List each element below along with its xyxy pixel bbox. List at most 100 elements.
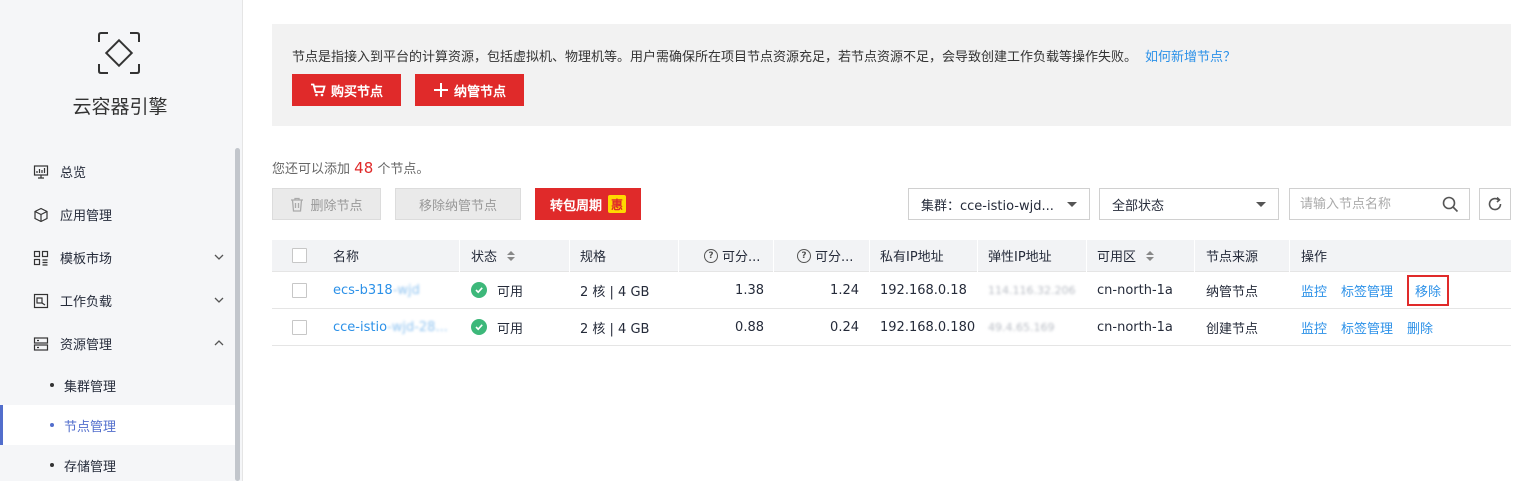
cluster-select[interactable]: 集群：cce-istio-wjd... [908,188,1090,220]
cart-icon [310,83,326,97]
container-engine-logo-icon [98,32,140,74]
sidebar-item-resource-management[interactable]: 资源管理 [0,322,240,365]
status-cell: 可用 [471,309,523,345]
status-filter-value: 全部状态 [1112,198,1165,214]
remove-managed-node-button[interactable]: 移除纳管节点 [395,188,521,220]
sidebar-subitem-cluster-management[interactable]: 集群管理 [0,365,240,405]
header-status-label: 状态 [471,250,498,265]
search-icon[interactable] [1442,196,1459,217]
allocatable-cpu-cell: 0.88 [735,319,764,335]
delete-link[interactable]: 删除 [1407,318,1433,337]
sidebar-scrollbar[interactable] [235,148,240,481]
table-header: 名称 状态 规格 ? 可分... ? 可分... 私有IP地址 弹性IP地址 可… [272,240,1511,272]
header-availability-zone[interactable]: 可用区 [1097,240,1155,271]
header-allocatable-memory-label: 可分... [815,250,854,265]
spec-cell: 2 核 | 4 GB [580,284,650,300]
sidebar-item-template-market[interactable]: 模板市场 [0,236,240,279]
convert-billing-button[interactable]: 转包周期 惠 [535,188,641,220]
allocatable-cpu-cell: 1.38 [735,282,764,298]
node-name-masked: -wjd-28... [387,319,448,335]
private-ip-cell: 192.168.0.180 [880,319,976,335]
table-row: ecs-b318 -wjd 可用 2 核 | 4 GB 1.38 1.24 192… [272,272,1511,309]
info-description: 节点是指接入到平台的计算资源，包括虚拟机、物理机等。用户需确保所在项目节点资源充… [292,46,1236,65]
status-text: 可用 [497,284,524,300]
spec-cell: 2 核 | 4 GB [580,321,650,337]
help-icon[interactable]: ? [704,248,718,263]
cluster-select-value: 集群：cce-istio-wjd... [921,198,1054,214]
quota-count: 48 [354,159,374,177]
manage-node-label: 纳管节点 [453,84,506,100]
sidebar-item-overview[interactable]: 总览 [0,150,240,193]
header-node-source: 节点来源 [1206,250,1259,265]
allocatable-memory-cell: 1.24 [830,282,859,298]
discount-badge: 惠 [608,195,626,213]
refresh-button[interactable] [1479,188,1511,220]
status-cell: 可用 [471,272,523,308]
bullet-dot [50,383,54,387]
sort-icon [507,250,516,261]
help-icon[interactable]: ? [797,248,811,263]
node-source-cell: 创建节点 [1206,321,1259,337]
node-name-masked: -wjd [392,282,420,298]
tag-management-link[interactable]: 标签管理 [1341,318,1393,337]
info-text: 节点是指接入到平台的计算资源，包括虚拟机、物理机等。用户需确保所在项目节点资源充… [292,50,1138,65]
quota-prefix: 您还可以添加 [272,162,351,177]
cube-icon [32,206,50,224]
caret-down-icon [1067,202,1077,207]
node-name: ecs-b318 [333,282,393,298]
select-all-checkbox[interactable] [292,248,307,263]
header-status[interactable]: 状态 [471,240,516,271]
node-quota-text: 您还可以添加 48 个节点。 [272,158,429,177]
node-table: 名称 状态 规格 ? 可分... ? 可分... 私有IP地址 弹性IP地址 可… [272,240,1511,346]
sidebar-subitem-storage-management[interactable]: 存储管理 [0,445,240,481]
elastic-ip-cell: 49.4.65.169 [988,320,1055,334]
check-circle-icon [471,319,487,335]
trash-icon [290,197,304,212]
quota-suffix: 个节点。 [377,162,430,177]
monitor-icon [32,163,50,181]
sidebar-item-workloads[interactable]: 工作负载 [0,279,240,322]
sidebar-item-label: 资源管理 [60,338,113,353]
node-search-input[interactable] [1290,189,1430,219]
row-checkbox[interactable] [292,282,307,298]
bullet-dot [50,463,54,467]
remove-link[interactable]: 移除 [1407,274,1450,306]
header-name: 名称 [333,250,360,265]
bullet-dot [50,423,54,427]
product-name: 云容器引擎 [72,96,168,118]
sidebar-item-app-management[interactable]: 应用管理 [0,193,240,236]
remove-managed-node-label: 移除纳管节点 [418,198,497,214]
sidebar-item-label: 模板市场 [60,252,113,267]
sidebar-item-label: 应用管理 [60,209,113,224]
monitor-link[interactable]: 监控 [1301,281,1327,300]
sidebar-subitem-node-management[interactable]: 节点管理 [0,405,240,445]
node-name-link[interactable]: cce-istio -wjd-28... [333,309,448,345]
refresh-icon [1488,196,1502,211]
manage-node-button[interactable]: 纳管节点 [415,74,524,106]
how-to-add-node-link[interactable]: 如何新增节点？ [1145,50,1236,65]
header-allocatable-cpu-label: 可分... [722,250,761,265]
tag-management-link[interactable]: 标签管理 [1341,281,1393,300]
delete-node-label: 删除节点 [310,198,363,214]
header-allocatable-memory: ? 可分... [797,240,853,271]
sidebar-subitem-label: 集群管理 [64,379,117,395]
sort-icon [1146,250,1155,261]
buy-node-button[interactable]: 购买节点 [292,74,401,106]
sidebar-nav: 总览 应用管理 模板市场 工作负载 资源管理 集群管理 节点管理 存储管理 [0,150,240,481]
status-text: 可用 [497,321,524,337]
node-source-cell: 纳管节点 [1206,284,1259,300]
chevron-down-icon [214,254,224,260]
sidebar: 云容器引擎 总览 应用管理 模板市场 工作负载 资源管理 集群管理 节点管理 存… [0,0,243,481]
caret-down-icon [1256,202,1266,207]
node-name-link[interactable]: ecs-b318 -wjd [333,272,420,308]
header-allocatable-cpu: ? 可分... [704,240,760,271]
elastic-ip-cell: 114.116.32.206 [988,283,1076,297]
chevron-down-icon [214,297,224,303]
row-checkbox[interactable] [292,319,307,335]
sidebar-subitem-label: 节点管理 [64,419,117,435]
delete-node-button[interactable]: 删除节点 [272,188,381,220]
monitor-link[interactable]: 监控 [1301,318,1327,337]
node-name: cce-istio [333,319,388,335]
table-row: cce-istio -wjd-28... 可用 2 核 | 4 GB 0.88 0… [272,309,1511,346]
status-filter-select[interactable]: 全部状态 [1099,188,1279,220]
